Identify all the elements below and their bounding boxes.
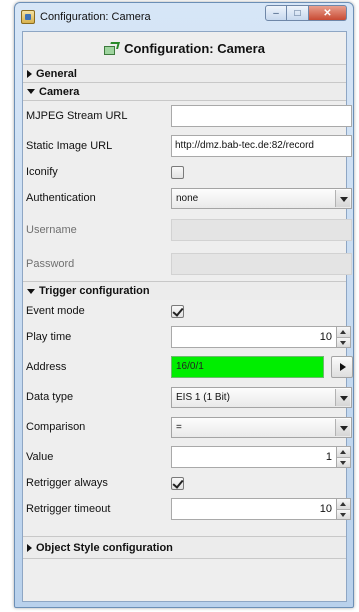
event-mode-label: Event mode: [26, 305, 85, 317]
address-control: 16/0/1: [171, 356, 354, 378]
spin-down-icon[interactable]: [337, 457, 350, 467]
data-type-value: EIS 1 (1 Bit): [176, 391, 230, 403]
value-value[interactable]: 1: [171, 446, 337, 468]
window-controls: – □ ✕: [265, 5, 347, 21]
dialog-body: Configuration: Camera General Camera MJP…: [22, 31, 353, 602]
value-spinner[interactable]: 1: [171, 446, 351, 468]
close-icon[interactable]: ✕: [309, 5, 347, 21]
spin-down-icon[interactable]: [337, 509, 350, 519]
retrigger-timeout-label: Retrigger timeout: [26, 503, 111, 515]
data-type-select[interactable]: EIS 1 (1 Bit): [171, 386, 352, 408]
spin-up-icon[interactable]: [337, 499, 350, 510]
static-image-url-input[interactable]: http://dmz.bab-tec.de:82/record: [171, 135, 352, 157]
password-label: Password: [26, 258, 75, 270]
expand-icon: [27, 69, 32, 78]
collapse-icon: [27, 288, 35, 294]
title-bar[interactable]: Configuration: Camera – □ ✕: [15, 3, 353, 30]
chevron-down-icon[interactable]: [335, 189, 350, 207]
section-general-toggle[interactable]: General: [23, 65, 346, 83]
static-image-url-row: Static Image URL http://dmz.bab-tec.de:8…: [23, 131, 352, 161]
spin-up-icon[interactable]: [337, 327, 350, 338]
section-camera-toggle[interactable]: Camera: [23, 83, 346, 101]
play-time-label: Play time: [26, 331, 72, 343]
section-camera-label: Camera: [39, 85, 80, 98]
event-mode-row: Event mode: [23, 300, 346, 322]
minimize-icon[interactable]: –: [265, 5, 287, 21]
password-row: Password: [23, 247, 352, 281]
comparison-value: =: [176, 421, 182, 433]
iconify-label: Iconify: [26, 166, 58, 178]
username-row: Username: [23, 213, 352, 247]
iconify-checkbox[interactable]: [171, 165, 184, 179]
data-type-label: Data type: [26, 391, 74, 403]
retrigger-timeout-row: Retrigger timeout 10: [23, 494, 351, 524]
static-image-url-label: Static Image URL: [26, 140, 113, 152]
section-general-label: General: [36, 67, 77, 80]
retrigger-always-checkbox[interactable]: [171, 476, 184, 490]
chevron-down-icon[interactable]: [335, 418, 350, 436]
authentication-select[interactable]: none: [171, 187, 352, 209]
retrigger-always-label: Retrigger always: [26, 477, 108, 489]
value-label: Value: [26, 451, 54, 463]
mjpeg-url-label: MJPEG Stream URL: [26, 110, 128, 122]
comparison-row: Comparison =: [23, 412, 352, 442]
username-input: [171, 219, 352, 241]
section-object-style-label: Object Style configuration: [36, 541, 173, 554]
comparison-select[interactable]: =: [171, 416, 352, 438]
value-row: Value 1: [23, 442, 351, 472]
play-time-spinner[interactable]: 10: [171, 326, 351, 348]
password-input: [171, 253, 352, 275]
section-trigger-toggle[interactable]: Trigger configuration: [23, 282, 346, 300]
address-label: Address: [26, 361, 67, 373]
section-trigger-label: Trigger configuration: [39, 285, 150, 297]
window-title: Configuration: Camera: [40, 10, 151, 23]
spin-up-icon[interactable]: [337, 447, 350, 458]
section-object-style-toggle[interactable]: Object Style configuration: [23, 537, 346, 559]
retrigger-timeout-spinner[interactable]: 10: [171, 498, 351, 520]
mjpeg-url-input[interactable]: [171, 105, 352, 127]
play-icon[interactable]: [331, 356, 353, 378]
configuration-window: Configuration: Camera – □ ✕ Configuratio…: [14, 2, 354, 608]
dialog-header: Configuration: Camera: [23, 32, 346, 65]
comparison-label: Comparison: [26, 421, 86, 433]
retrigger-always-row: Retrigger always: [23, 472, 346, 494]
chevron-down-icon[interactable]: [335, 388, 350, 406]
data-type-row: Data type EIS 1 (1 Bit): [23, 382, 352, 412]
retrigger-timeout-value[interactable]: 10: [171, 498, 337, 520]
maximize-icon[interactable]: □: [287, 5, 309, 21]
mjpeg-url-row: MJPEG Stream URL: [23, 101, 352, 131]
authentication-value: none: [176, 192, 199, 204]
username-label: Username: [26, 224, 77, 236]
address-field[interactable]: 16/0/1: [171, 356, 324, 378]
iconify-row: Iconify: [23, 161, 346, 183]
collapse-icon: [27, 89, 35, 94]
play-time-value[interactable]: 10: [171, 326, 337, 348]
expand-icon: [27, 543, 32, 552]
authentication-row: Authentication none: [23, 183, 352, 213]
app-icon: [21, 9, 35, 24]
dialog-header-title: Configuration: Camera: [124, 40, 265, 56]
address-row: Address 16/0/1: [23, 352, 353, 382]
spin-down-icon[interactable]: [337, 337, 350, 347]
play-time-row: Play time 10: [23, 322, 351, 352]
edit-icon: [104, 42, 118, 55]
event-mode-checkbox[interactable]: [171, 304, 184, 318]
authentication-label: Authentication: [26, 192, 96, 204]
